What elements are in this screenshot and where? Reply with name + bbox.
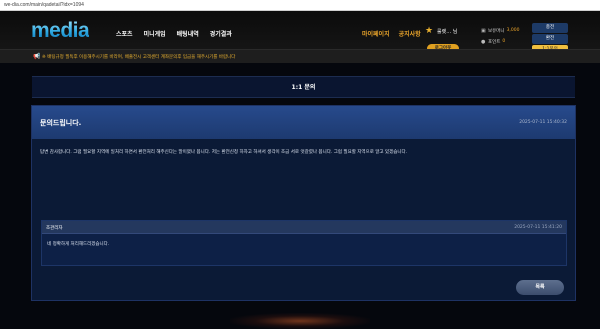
list-button[interactable]: 목록 xyxy=(516,280,564,295)
site-logo[interactable]: media xyxy=(31,19,90,43)
reply-box: 조관리자 2025-07-11 15:41:20 네 정확하게 처리해드리겠습니… xyxy=(41,220,567,266)
footer-glow xyxy=(230,313,370,329)
nav-item-bet-history[interactable]: 배팅내역 xyxy=(177,29,199,38)
nav-item-mypage[interactable]: 마이페이지 xyxy=(362,29,390,38)
nav-item-results[interactable]: 경기결과 xyxy=(210,29,232,38)
notice-bar: 📢 ※ 배팅규정 필독후 이용해주시기를 바라며, 배출전시 고객센터 계좌문의… xyxy=(0,49,600,63)
notice-text: ※ 배팅규정 필독후 이용해주시기를 바라며, 배출전시 고객센터 계좌문의후 … xyxy=(42,55,236,60)
main-content: 1:1 문의 문의드립니다. 2025-07-11 15:40:32 답변 감사… xyxy=(0,63,600,329)
inquiry-date: 2025-07-11 15:40:32 xyxy=(519,120,567,125)
stat-value: 3,000 xyxy=(506,28,520,33)
browser-url-bar[interactable]: we-dia.com/main/qadetail?idx=1094 xyxy=(0,0,600,11)
stat-value: 0 xyxy=(502,39,506,44)
wallet-icon: ▣ xyxy=(481,27,486,34)
reply-author: 조관리자 xyxy=(46,226,63,231)
secondary-nav: 마이페이지 공지사항 xyxy=(362,29,421,38)
stat-label: 포인트 xyxy=(488,39,501,45)
reply-date: 2025-07-11 15:41:20 xyxy=(514,225,562,230)
inquiry-panel: 문의드립니다. 2025-07-11 15:40:32 답변 감사합니다. 그럼… xyxy=(31,105,576,301)
reply-header: 조관리자 2025-07-11 15:41:20 xyxy=(42,221,566,234)
site-header: media 스포츠 미니게임 배팅내역 경기결과 마이페이지 공지사항 ★ 룰렛… xyxy=(0,11,600,56)
nav-item-minigame[interactable]: 미니게임 xyxy=(144,29,166,38)
megaphone-icon: 📢 xyxy=(33,53,41,60)
coin-icon: ● xyxy=(481,38,486,45)
stat-balance: ▣ 보유머니 3,000 xyxy=(481,25,529,36)
page-title: 1:1 문의 xyxy=(32,76,575,98)
deposit-button[interactable]: 충전 xyxy=(532,23,568,33)
user-name: 룰렛… 님 xyxy=(437,29,458,35)
inquiry-body: 답변 감사합니다. 그럼 필요할 지역에 일처리 하면서 환전처리 해주신다는 … xyxy=(40,150,408,155)
main-nav: 스포츠 미니게임 배팅내역 경기결과 xyxy=(116,29,232,38)
reply-body: 네 정확하게 처리해드리겠습니다. xyxy=(47,242,110,247)
inquiry-title: 문의드립니다. xyxy=(40,119,82,127)
level-star-icon: ★ xyxy=(425,26,434,36)
nav-item-notice[interactable]: 공지사항 xyxy=(399,29,421,38)
nav-item-sports[interactable]: 스포츠 xyxy=(116,29,133,38)
inquiry-header: 문의드립니다. 2025-07-11 15:40:32 xyxy=(32,106,575,139)
withdraw-button[interactable]: 환전 xyxy=(532,34,568,44)
stat-label: 보유머니 xyxy=(488,28,505,34)
stat-points: ● 포인트 0 xyxy=(481,36,529,47)
